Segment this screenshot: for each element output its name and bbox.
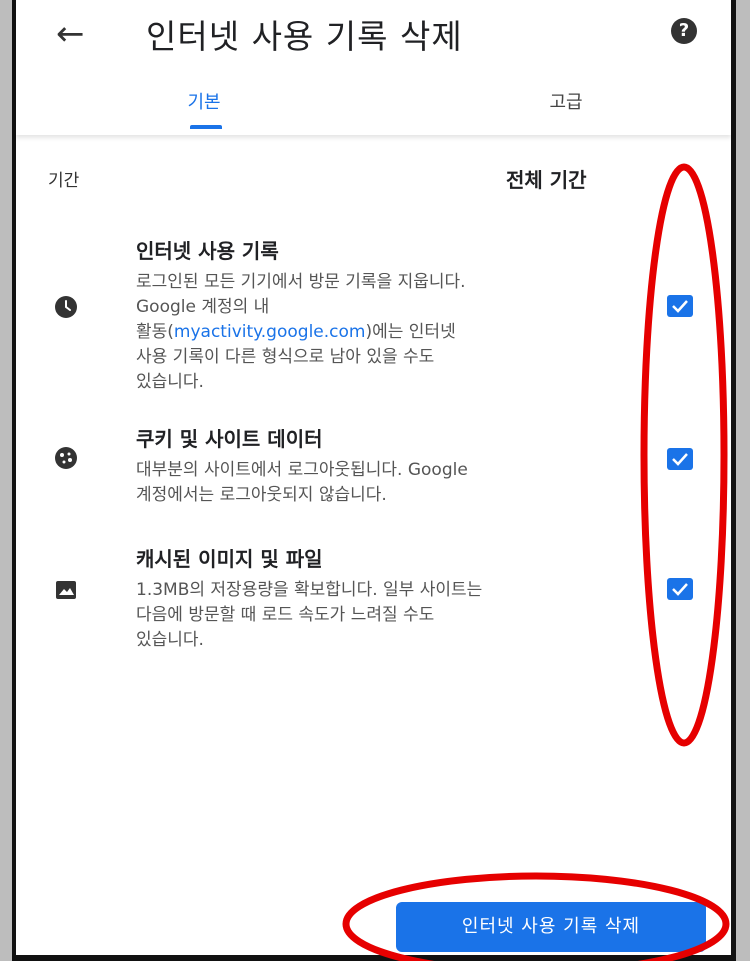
phone-screen: ← 인터넷 사용 기록 삭제 ? 기본 고급 기간 전체 기간 인터넷 사용 기… — [12, 0, 736, 961]
desc-line: Google 계정의 내 — [136, 297, 270, 317]
right-bezel — [736, 0, 750, 961]
page-title: 인터넷 사용 기록 삭제 — [146, 17, 463, 56]
cache-checkbox[interactable] — [667, 578, 693, 600]
period-select[interactable]: 전체 기간 — [506, 164, 587, 193]
arrow-left-icon[interactable]: ← — [56, 14, 85, 54]
myactivity-link[interactable]: myactivity.google.com — [174, 322, 366, 342]
image-icon — [54, 578, 78, 602]
list-item-history[interactable]: 인터넷 사용 기록 로그인된 모든 기기에서 방문 기록을 지웁니다. Goog… — [136, 235, 606, 395]
history-checkbox[interactable] — [667, 295, 693, 317]
item-title: 쿠키 및 사이트 데이터 — [136, 427, 323, 451]
period-label: 기간 — [48, 171, 80, 191]
item-title: 캐시된 이미지 및 파일 — [136, 547, 323, 571]
item-description: 1.3MB의 저장용량을 확보합니다. 일부 사이트는 다음에 방문할 때 로드… — [136, 578, 606, 653]
desc-line: 있습니다. — [136, 372, 204, 392]
desc-text: 활동( — [136, 322, 174, 342]
desc-text: )에는 인터넷 — [365, 322, 456, 342]
desc-line: 있습니다. — [136, 630, 204, 650]
clear-history-button[interactable]: 인터넷 사용 기록 삭제 — [396, 902, 706, 952]
item-description: 로그인된 모든 기기에서 방문 기록을 지웁니다. Google 계정의 내 활… — [136, 270, 606, 395]
desc-line: 사용 기록이 다른 형식으로 남아 있을 수도 — [136, 347, 435, 367]
help-circle-icon[interactable]: ? — [671, 18, 697, 44]
desc-line: 계정에서는 로그아웃되지 않습니다. — [136, 485, 387, 505]
desc-line: 1.3MB의 저장용량을 확보합니다. 일부 사이트는 — [136, 580, 483, 600]
left-bezel — [0, 0, 12, 961]
list-item-cache[interactable]: 캐시된 이미지 및 파일 1.3MB의 저장용량을 확보합니다. 일부 사이트는… — [136, 543, 606, 653]
app-bar: ← 인터넷 사용 기록 삭제 ? 기본 고급 — [16, 0, 731, 135]
tab-advanced[interactable]: 고급 — [526, 88, 606, 114]
cookies-checkbox[interactable] — [667, 448, 693, 470]
desc-line: 로그인된 모든 기기에서 방문 기록을 지웁니다. — [136, 272, 466, 292]
tab-basic[interactable]: 기본 — [164, 88, 244, 114]
active-tab-indicator — [190, 125, 222, 129]
desc-line: 대부분의 사이트에서 로그아웃됩니다. Google — [136, 460, 468, 480]
list-item-cookies[interactable]: 쿠키 및 사이트 데이터 대부분의 사이트에서 로그아웃됩니다. Google … — [136, 423, 606, 508]
desc-line: 다음에 방문할 때 로드 속도가 느려질 수도 — [136, 605, 435, 625]
clock-icon — [54, 295, 78, 319]
desc-line: 활동(myactivity.google.com)에는 인터넷 — [136, 320, 606, 345]
cookie-icon — [54, 446, 78, 470]
item-title: 인터넷 사용 기록 — [136, 239, 279, 263]
item-description: 대부분의 사이트에서 로그아웃됩니다. Google 계정에서는 로그아웃되지 … — [136, 458, 606, 508]
